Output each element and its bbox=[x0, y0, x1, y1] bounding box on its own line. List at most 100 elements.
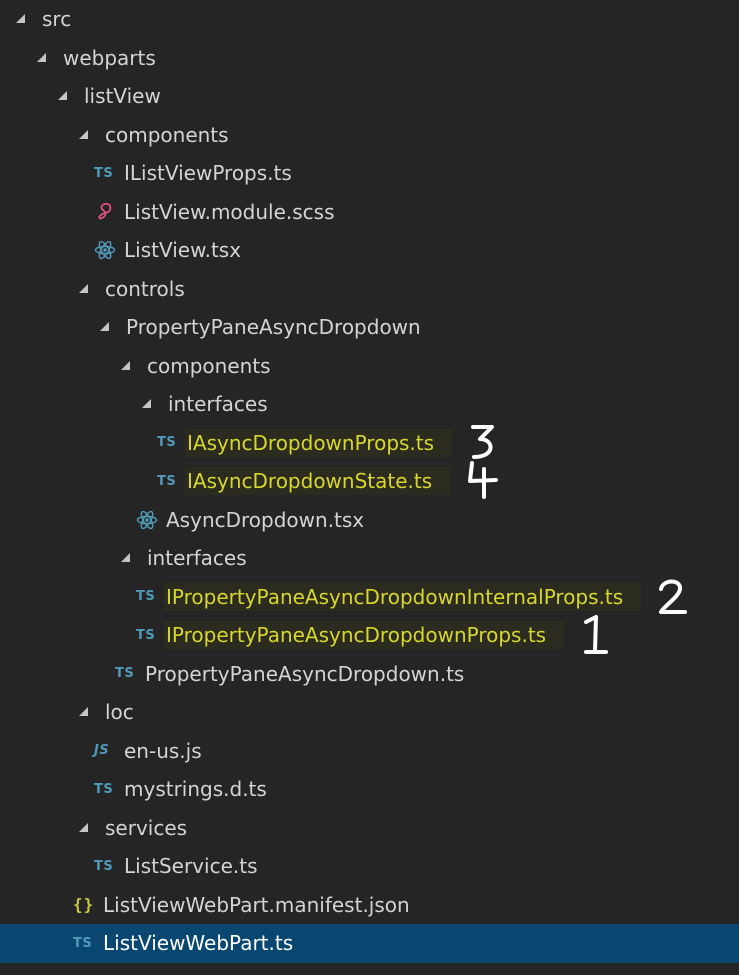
sass-file-icon bbox=[94, 193, 124, 232]
javascript-file-icon-glyph: JS bbox=[94, 743, 110, 759]
chevron-expanded-icon[interactable] bbox=[98, 308, 116, 347]
tree-folder-components[interactable]: components bbox=[0, 347, 739, 386]
tree-item-label: IPropertyPaneAsyncDropdownProps.ts bbox=[164, 621, 565, 650]
tree-item-label: IAsyncDropdownProps.ts bbox=[185, 428, 453, 457]
tree-item-label: components bbox=[147, 353, 271, 378]
tree-item-label: PropertyPaneAsyncDropdown.ts bbox=[145, 661, 465, 686]
tree-file-ilistviewprops-ts[interactable]: TS IListViewProps.ts bbox=[0, 154, 739, 193]
tree-folder-components[interactable]: components bbox=[0, 116, 739, 155]
tree-item-label: interfaces bbox=[147, 546, 247, 571]
typescript-file-icon: TS bbox=[115, 655, 145, 694]
chevron-expanded-icon[interactable] bbox=[14, 0, 32, 39]
tree-file-ipropertypaneasyncdropdowninternalprops-ts[interactable]: TS IPropertyPaneAsyncDropdownInternalProp… bbox=[0, 578, 739, 617]
tree-folder-interfaces[interactable]: interfaces bbox=[0, 385, 739, 424]
typescript-file-icon-glyph: TS bbox=[73, 935, 93, 951]
tree-item-label: components bbox=[105, 122, 229, 147]
handwritten-annotation-4 bbox=[462, 461, 506, 500]
tree-file-listview-tsx[interactable]: ListView.tsx bbox=[0, 231, 739, 270]
chevron-down-icon bbox=[79, 822, 88, 832]
tree-file-listviewwebpart-manifest-json[interactable]: {} ListViewWebPart.manifest.json bbox=[0, 886, 739, 925]
chevron-expanded-icon[interactable] bbox=[77, 270, 95, 309]
chevron-down-icon bbox=[37, 52, 46, 62]
tree-item-label: en-us.js bbox=[124, 738, 202, 763]
tree-item-label: webparts bbox=[63, 45, 156, 70]
tree-item-label: IPropertyPaneAsyncDropdownInternalProps.… bbox=[164, 582, 642, 611]
tree-folder-services[interactable]: services bbox=[0, 809, 739, 848]
chevron-expanded-icon[interactable] bbox=[119, 539, 137, 578]
javascript-file-icon: JS bbox=[94, 732, 124, 771]
typescript-file-icon-glyph: TS bbox=[94, 165, 114, 181]
tree-folder-propertypaneasyncdropdown[interactable]: PropertyPaneAsyncDropdown bbox=[0, 308, 739, 347]
handwritten-annotation-2 bbox=[653, 578, 697, 616]
chevron-down-icon bbox=[79, 283, 88, 293]
tree-folder-src[interactable]: src bbox=[0, 0, 739, 39]
tree-folder-controls[interactable]: controls bbox=[0, 270, 739, 309]
chevron-expanded-icon[interactable] bbox=[35, 39, 53, 78]
tree-item-label: controls bbox=[105, 276, 185, 301]
tree-file-mystrings-d-ts[interactable]: TS mystrings.d.ts bbox=[0, 770, 739, 809]
tree-file-ipropertypaneasyncdropdownprops-ts[interactable]: TS IPropertyPaneAsyncDropdownProps.ts bbox=[0, 615, 739, 655]
tree-item-label: interfaces bbox=[168, 392, 268, 417]
chevron-expanded-icon[interactable] bbox=[77, 693, 95, 732]
tree-file-iasyncdropdownstate-ts[interactable]: TS IAsyncDropdownState.ts bbox=[0, 461, 739, 501]
typescript-file-icon-glyph: TS bbox=[94, 858, 114, 874]
tree-item-label: ListViewWebPart.ts bbox=[103, 931, 294, 956]
typescript-file-icon: TS bbox=[94, 847, 124, 886]
tree-item-label: services bbox=[105, 815, 188, 840]
chevron-expanded-icon[interactable] bbox=[77, 116, 95, 155]
chevron-down-icon bbox=[16, 14, 25, 23]
chevron-expanded-icon[interactable] bbox=[119, 347, 137, 386]
typescript-file-icon-glyph: TS bbox=[136, 627, 156, 643]
tree-folder-interfaces[interactable]: interfaces bbox=[0, 539, 739, 578]
tree-file-asyncdropdown-tsx[interactable]: AsyncDropdown.tsx bbox=[0, 501, 739, 540]
tree-file-listviewwebpart-ts[interactable]: TS ListViewWebPart.ts bbox=[0, 924, 739, 963]
tree-folder-listview[interactable]: listView bbox=[0, 77, 739, 116]
tree-item-label: ListView.tsx bbox=[124, 238, 242, 263]
tree-item-label: IAsyncDropdownState.ts bbox=[185, 467, 451, 496]
chevron-down-icon bbox=[121, 553, 130, 562]
tree-item-label: PropertyPaneAsyncDropdown bbox=[126, 315, 421, 340]
tree-file-en-us-js[interactable]: JS en-us.js bbox=[0, 732, 739, 771]
chevron-down-icon bbox=[100, 322, 109, 331]
json-file-icon-glyph: {} bbox=[73, 895, 95, 915]
tree-item-label: AsyncDropdown.tsx bbox=[166, 507, 365, 532]
tree-file-listservice-ts[interactable]: TS ListService.ts bbox=[0, 847, 739, 886]
typescript-file-icon-glyph: TS bbox=[157, 435, 177, 451]
tree-folder-webparts[interactable]: webparts bbox=[0, 39, 739, 78]
tree-file-listview-module-scss[interactable]: ListView.module.scss bbox=[0, 193, 739, 232]
chevron-down-icon bbox=[58, 91, 67, 100]
chevron-expanded-icon[interactable] bbox=[56, 77, 74, 116]
typescript-file-icon: TS bbox=[157, 424, 187, 463]
tree-item-label: ListView.module.scss bbox=[124, 199, 335, 224]
tree-item-label: IListViewProps.ts bbox=[124, 161, 292, 186]
chevron-expanded-icon[interactable] bbox=[140, 385, 158, 424]
chevron-down-icon bbox=[121, 360, 130, 370]
typescript-file-icon: TS bbox=[136, 578, 166, 617]
handwritten-annotation-3 bbox=[464, 424, 508, 462]
typescript-file-icon-glyph: TS bbox=[157, 473, 177, 489]
tree-item-label: loc bbox=[105, 700, 134, 725]
json-file-icon: {} bbox=[73, 886, 103, 925]
tree-item-label: ListService.ts bbox=[124, 854, 258, 879]
handwritten-annotation-1 bbox=[576, 615, 620, 655]
typescript-file-icon-glyph: TS bbox=[94, 781, 114, 797]
typescript-file-icon: TS bbox=[94, 770, 124, 809]
chevron-down-icon bbox=[79, 129, 88, 139]
react-file-icon bbox=[136, 501, 166, 540]
tree-folder-loc[interactable]: loc bbox=[0, 693, 739, 732]
typescript-file-icon: TS bbox=[136, 616, 166, 655]
tree-file-propertypaneasyncdropdown-ts[interactable]: TS PropertyPaneAsyncDropdown.ts bbox=[0, 655, 739, 694]
tree-item-label: src bbox=[42, 7, 72, 32]
typescript-file-icon: TS bbox=[94, 154, 124, 193]
chevron-expanded-icon[interactable] bbox=[77, 809, 95, 848]
typescript-file-icon: TS bbox=[73, 924, 103, 963]
typescript-file-icon: TS bbox=[157, 462, 187, 501]
file-explorer-tree: src webparts listView components TS IListView… bbox=[0, 0, 739, 963]
react-file-icon bbox=[94, 231, 124, 270]
tree-item-label: mystrings.d.ts bbox=[124, 777, 267, 802]
typescript-file-icon-glyph: TS bbox=[115, 666, 135, 682]
tree-file-iasyncdropdownprops-ts[interactable]: TS IAsyncDropdownProps.ts bbox=[0, 424, 739, 463]
typescript-file-icon-glyph: TS bbox=[136, 589, 156, 605]
chevron-down-icon bbox=[79, 707, 88, 716]
tree-item-label: ListViewWebPart.manifest.json bbox=[103, 892, 410, 917]
